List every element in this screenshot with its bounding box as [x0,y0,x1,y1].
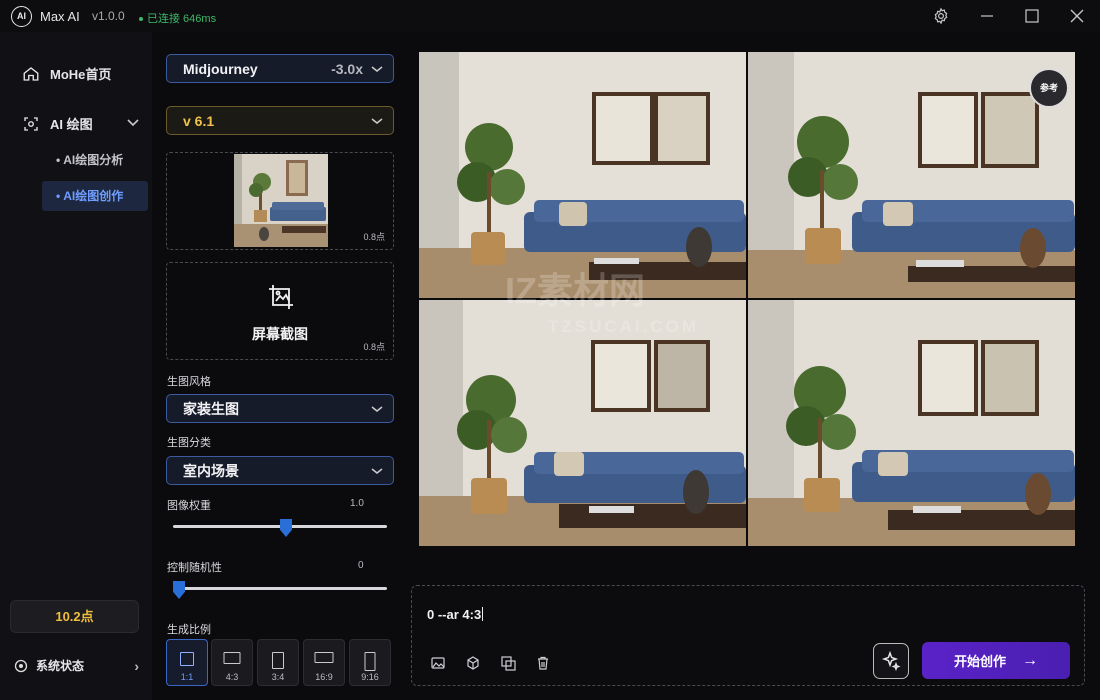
style-select[interactable]: 家装生图 [166,394,394,423]
weight-label: 图像权重 [167,500,211,512]
ratio-16-9-button[interactable]: 16:9 [303,639,345,686]
result-image-2[interactable] [748,52,1075,298]
tall-ratio-icon [364,652,376,671]
app-logo: AI [11,6,32,27]
ratio-label: 生成比例 [167,624,211,636]
sidebar-item-ai-draw[interactable]: AI 绘图 [22,114,93,133]
chevron-down-icon [371,65,383,72]
points-balance[interactable]: 10.2点 [10,600,139,633]
connection-status: 已连接 646ms [139,10,216,26]
random-slider-track[interactable] [173,587,387,590]
cost-multiplier: -3.0x [331,60,363,77]
category-select[interactable]: 室内场景 [166,456,394,485]
image-crop-icon [269,285,293,309]
version-select[interactable]: v 6.1 [166,106,394,135]
chevron-down-icon[interactable] [126,117,140,129]
sidebar-item-label: MoHe首页 [50,67,112,82]
reference-image-upload[interactable]: 0.8点 [166,152,394,250]
ratio-9-16-button[interactable]: 9:16 [349,639,391,686]
maximize-icon[interactable] [1020,5,1044,27]
home-icon [23,66,39,81]
settings-gear-icon[interactable] [929,5,953,27]
category-label: 生图分类 [167,437,211,449]
ratio-label-text: 1:1 [180,672,194,682]
trash-icon[interactable] [534,654,552,672]
screenshot-label: 屏幕截图 [252,326,308,342]
watermark-en: TZSUCAI.COM [548,317,700,336]
close-icon[interactable] [1065,5,1089,27]
image-icon[interactable] [429,654,447,672]
style-label: 生图风格 [167,376,211,388]
weight-slider-handle[interactable] [280,519,292,537]
model-select[interactable]: Midjourney -3.0x [166,54,394,83]
ratio-label-text: 4:3 [225,672,239,682]
random-value: 0 [358,560,364,571]
magic-sparkle-button[interactable] [873,643,909,679]
prompt-input[interactable]: 0 --ar 4:3 [427,607,483,622]
app-name: Max AI [40,9,80,24]
ratio-label-text: 16:9 [315,672,333,682]
sidebar-subitem-analysis[interactable]: AI绘图分析 [42,145,148,175]
minimize-icon[interactable] [975,5,999,27]
watermark-cn: IZ素材网 [505,270,645,311]
sidebar: MoHe首页 AI 绘图 AI绘图分析 AI绘图创作 10.2点 系统状态 › [0,32,152,700]
sidebar-item-label: AI 绘图 [50,117,93,132]
ratio-4-3-button[interactable]: 4:3 [211,639,253,686]
ratio-label-text: 9:16 [361,672,379,682]
system-status[interactable]: 系统状态 › [14,657,139,674]
screenshot-cost: 0.8点 [363,342,385,352]
result-image-4[interactable] [748,300,1075,546]
version-value: v 6.1 [183,112,215,129]
chevron-down-icon [371,463,383,479]
ratio-label-text: 3:4 [271,672,285,682]
model-value: Midjourney [183,60,258,77]
ratio-3-4-button[interactable]: 3:4 [257,639,299,686]
sparkle-icon [881,651,901,671]
title-bar: AI Max AI v1.0.0 已连接 646ms [0,0,1100,32]
landscape-ratio-icon [223,652,241,664]
reference-badge[interactable]: 参考 [1029,68,1069,108]
scan-icon [24,116,38,131]
arrow-right-icon: → [1022,651,1038,669]
target-icon [14,659,28,672]
style-value: 家装生图 [183,400,239,417]
weight-value: 1.0 [350,498,364,509]
reference-thumbnail [234,154,328,247]
portrait-ratio-icon [272,652,284,669]
random-slider-handle[interactable] [173,581,185,599]
reference-cost: 0.8点 [363,232,385,242]
wide-ratio-icon [314,652,334,663]
sidebar-item-home[interactable]: MoHe首页 [22,64,111,83]
app-version: v1.0.0 [92,9,125,23]
start-create-button[interactable]: 开始创作 → [922,642,1070,679]
ratio-1-1-button[interactable]: 1:1 [166,639,208,686]
chevron-down-icon [371,113,383,129]
chevron-down-icon [371,401,383,417]
category-value: 室内场景 [183,462,239,479]
prompt-panel: 0 --ar 4:3 开始创作 → [411,585,1085,686]
system-status-label: 系统状态 [36,659,85,673]
screenshot-button[interactable]: 屏幕截图 0.8点 [166,262,394,360]
start-create-label: 开始创作 [953,654,1006,669]
chevron-right-icon: › [134,657,139,674]
random-label: 控制随机性 [167,562,222,574]
layers-icon[interactable] [499,654,517,672]
sidebar-subitem-creation[interactable]: AI绘图创作 [42,181,148,211]
square-ratio-icon [180,652,194,666]
cube-icon[interactable] [464,654,482,672]
